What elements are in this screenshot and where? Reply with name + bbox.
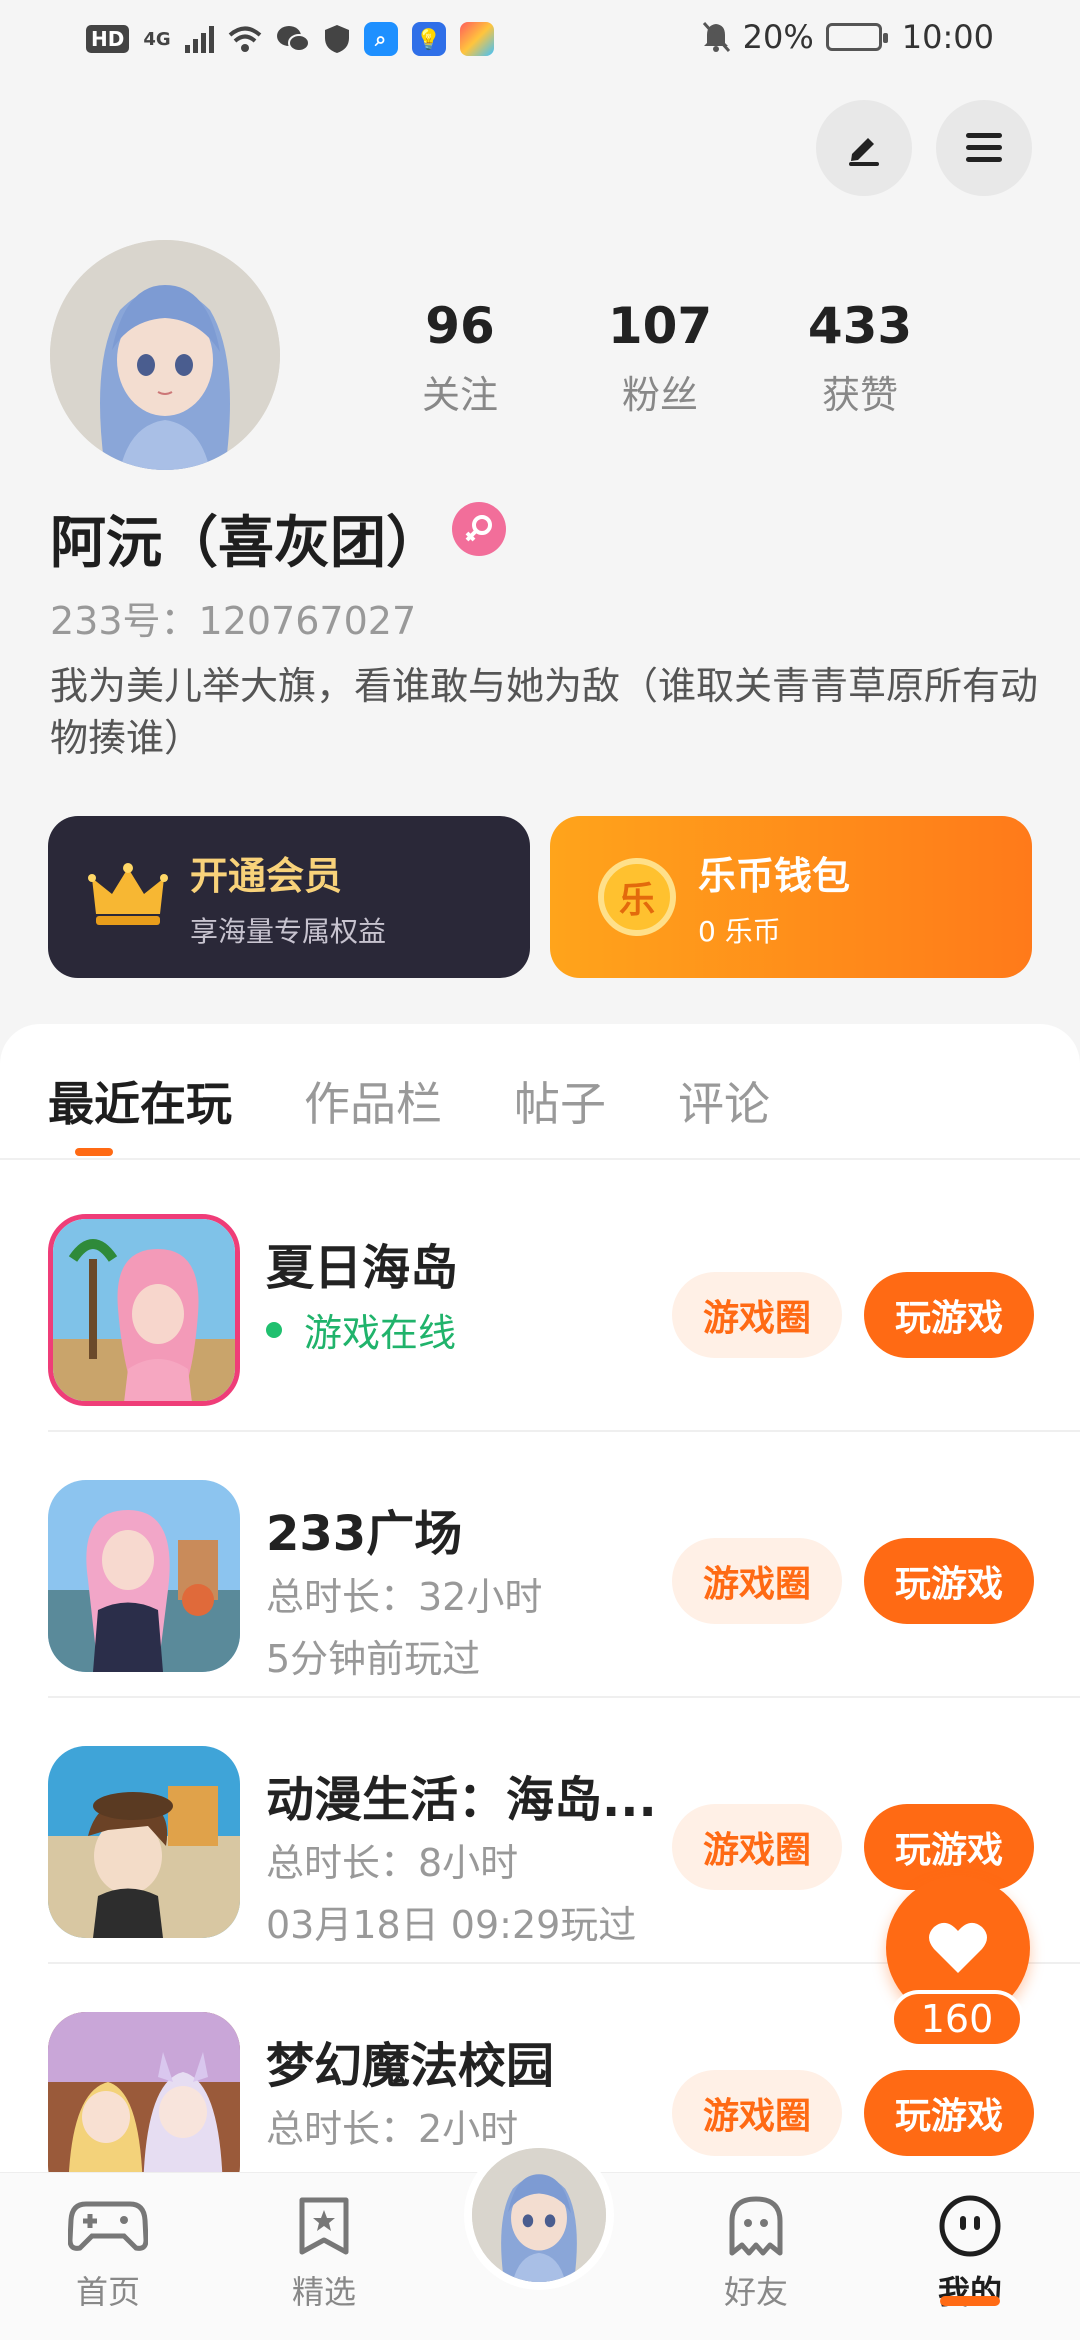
crown-icon — [88, 863, 168, 925]
wallet-title: 乐币钱包 — [698, 853, 851, 898]
female-icon — [452, 502, 506, 556]
avatar-illustration — [472, 2148, 606, 2282]
nickname: 阿沅（喜灰团） — [50, 511, 442, 576]
paint-app-icon — [459, 22, 494, 56]
avatar-illustration — [50, 240, 280, 470]
gamepad-icon — [68, 2201, 148, 2251]
status-bar: HD 4G ⌕ 💡 20% 10:00 — [0, 0, 1080, 84]
bio: 我为美儿举大旗，看谁敢与她为敌（谁取关青青草原所有动物揍谁） — [50, 664, 1039, 760]
star-bookmark-icon — [299, 2197, 349, 2255]
nav-featured[interactable]: 精选 — [254, 2191, 394, 2313]
user-id: 233号：120767027 — [50, 599, 417, 643]
active-tab-indicator — [75, 1148, 113, 1156]
hd-badge: HD — [86, 25, 130, 53]
search-app-icon: ⌕ — [363, 22, 398, 56]
battery-icon — [825, 23, 888, 51]
last-played: 5分钟前玩过 — [266, 1637, 481, 1681]
online-status: 游戏在线 — [266, 1302, 456, 1357]
play-game-button[interactable]: 玩游戏 — [864, 2070, 1034, 2156]
game-row[interactable]: 夏日海岛 游戏在线 游戏圈 玩游戏 — [48, 1166, 1080, 1432]
nav-label: 首页 — [75, 2273, 140, 2311]
game-icon-summer-island[interactable] — [48, 1214, 240, 1406]
game-icon-anime-life[interactable] — [48, 1746, 240, 1938]
active-nav-underline — [940, 2296, 1000, 2306]
stat-value: 107 — [607, 297, 713, 355]
bulb-app-icon: 💡 — [411, 22, 446, 56]
network-type: 4G — [143, 28, 171, 50]
wallet-card[interactable]: 乐 乐币钱包 0 乐币 — [550, 816, 1032, 978]
heart-icon — [929, 1922, 987, 1973]
wechat-icon — [276, 26, 310, 52]
nav-friends[interactable]: 好友 — [686, 2191, 826, 2313]
like-count: 160 — [890, 1990, 1024, 2048]
game-circle-button[interactable]: 游戏圈 — [672, 1804, 842, 1890]
menu-icon — [966, 133, 1002, 162]
wallet-balance: 0 乐币 — [698, 914, 781, 948]
nav-center-avatar[interactable] — [464, 2140, 614, 2290]
nav-label: 我的 — [937, 2273, 1002, 2311]
play-duration: 总时长：8小时 — [266, 1841, 519, 1885]
game-row[interactable]: 233广场 总时长：32小时 5分钟前玩过 游戏圈 玩游戏 — [48, 1432, 1080, 1698]
stat-label: 获赞 — [821, 373, 898, 417]
play-game-button[interactable]: 玩游戏 — [864, 1272, 1034, 1358]
game-name: 233广场 — [266, 1506, 463, 1562]
shield-icon — [324, 25, 349, 53]
game-icon-233-plaza[interactable] — [48, 1480, 240, 1672]
nav-label: 精选 — [291, 2273, 356, 2311]
smile-face-icon — [939, 2195, 1001, 2257]
game-circle-button[interactable]: 游戏圈 — [672, 2070, 842, 2156]
tab-recent-played[interactable]: 最近在玩 — [48, 1068, 232, 1134]
edit-profile-button[interactable] — [816, 100, 912, 196]
tab-comments[interactable]: 评论 — [678, 1068, 770, 1134]
coin-icon: 乐 — [598, 858, 676, 936]
online-dot-icon — [266, 1321, 282, 1338]
avatar[interactable] — [50, 240, 280, 470]
game-name: 夏日海岛 — [266, 1240, 459, 1296]
profile-stats: 96 关注 107 粉丝 433 获赞 — [360, 296, 960, 419]
last-played: 03月18日 09:29玩过 — [266, 1903, 637, 1947]
online-text: 游戏在线 — [304, 1311, 457, 1355]
mute-bell-icon — [702, 22, 730, 52]
game-name: 梦幻魔法校园 — [266, 2038, 555, 2094]
nav-label: 好友 — [723, 2273, 788, 2311]
tab-posts[interactable]: 帖子 — [514, 1068, 606, 1134]
battery-percent: 20% — [742, 18, 814, 56]
nav-me[interactable]: 我的 — [900, 2191, 1040, 2313]
nav-home[interactable]: 首页 — [38, 2191, 178, 2313]
stat-label: 粉丝 — [621, 373, 698, 417]
stat-value: 433 — [807, 297, 913, 355]
stat-followers[interactable]: 107 粉丝 — [560, 296, 760, 419]
stat-following[interactable]: 96 关注 — [360, 296, 560, 419]
play-duration: 总时长：32小时 — [266, 1575, 543, 1619]
vip-subtitle: 享海量专属权益 — [190, 914, 387, 948]
play-game-button[interactable]: 玩游戏 — [864, 1538, 1034, 1624]
status-bar-left: HD 4G ⌕ 💡 — [86, 22, 494, 56]
status-bar-right: 20% 10:00 — [701, 18, 994, 56]
tab-works[interactable]: 作品栏 — [304, 1068, 442, 1134]
profile-tabs: 最近在玩 作品栏 帖子 评论 — [48, 1068, 770, 1134]
vip-card[interactable]: 开通会员 享海量专属权益 — [48, 816, 530, 978]
stat-value: 96 — [425, 297, 495, 355]
menu-button[interactable] — [936, 100, 1032, 196]
divider — [0, 1158, 1080, 1160]
wifi-icon — [228, 26, 261, 52]
game-name: 动漫生活：海岛... — [266, 1772, 657, 1828]
game-circle-button[interactable]: 游戏圈 — [672, 1272, 842, 1358]
clock: 10:00 — [901, 18, 994, 56]
stat-likes[interactable]: 433 获赞 — [760, 296, 960, 419]
vip-title: 开通会员 — [190, 853, 343, 898]
signal-icon — [184, 25, 214, 53]
game-circle-button[interactable]: 游戏圈 — [672, 1538, 842, 1624]
edit-icon — [849, 138, 879, 166]
play-duration: 总时长：2小时 — [266, 2107, 519, 2151]
ghost-icon — [729, 2196, 783, 2256]
stat-label: 关注 — [421, 373, 498, 417]
